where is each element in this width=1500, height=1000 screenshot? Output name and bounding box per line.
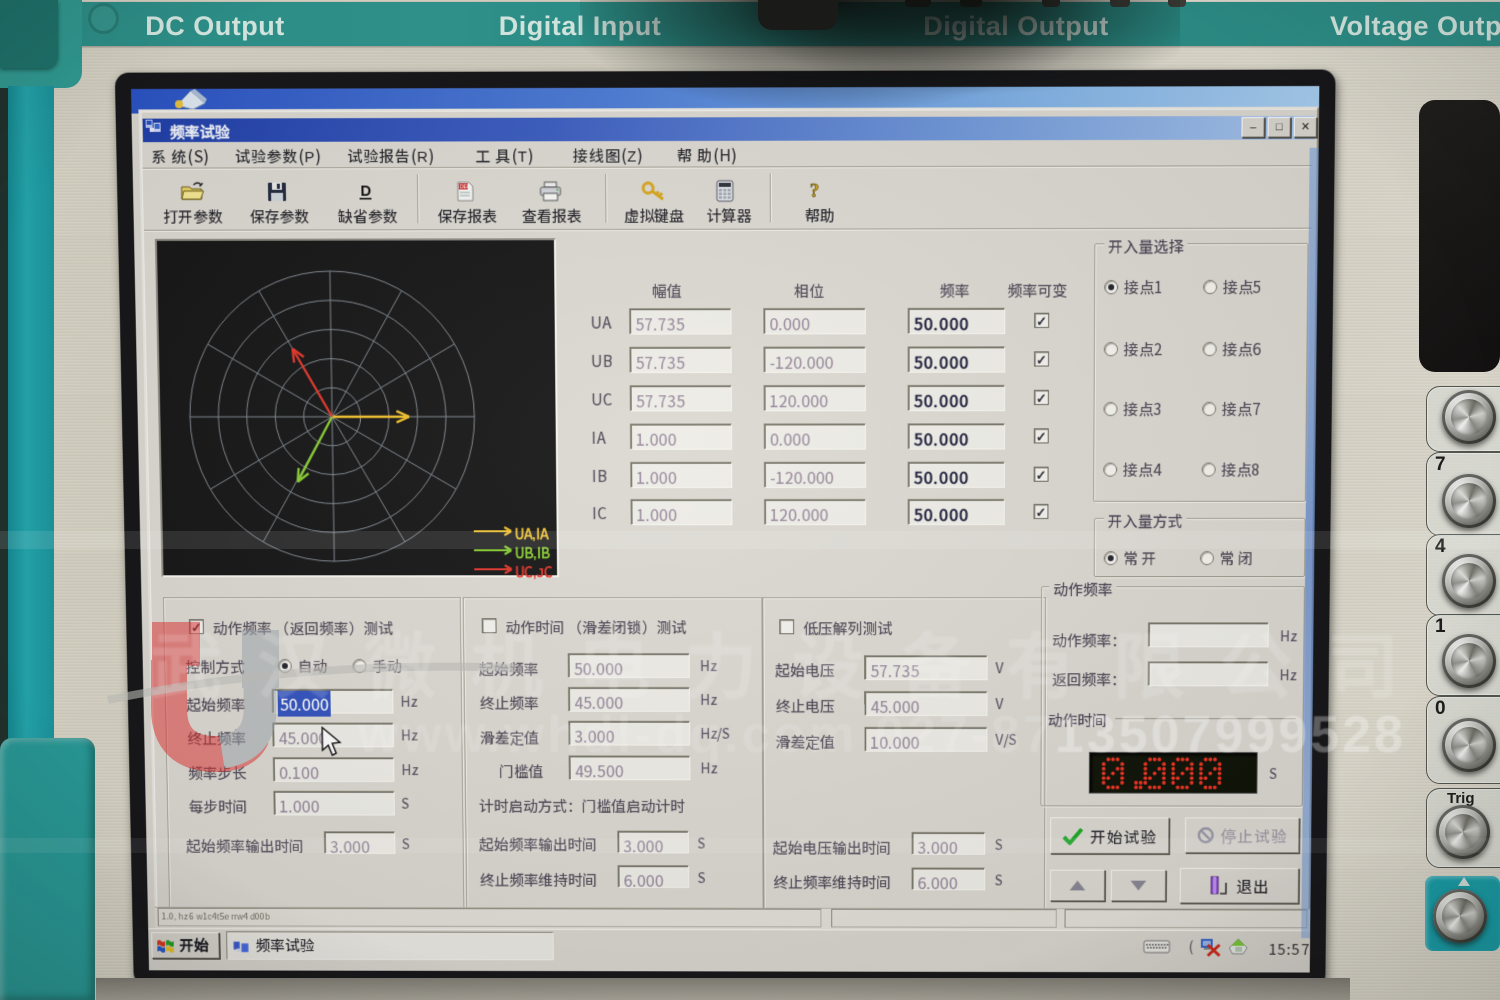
svg-text:?: ? bbox=[810, 181, 820, 202]
svg-text:DEL: DEL bbox=[460, 184, 470, 190]
svg-text:D: D bbox=[360, 183, 371, 200]
